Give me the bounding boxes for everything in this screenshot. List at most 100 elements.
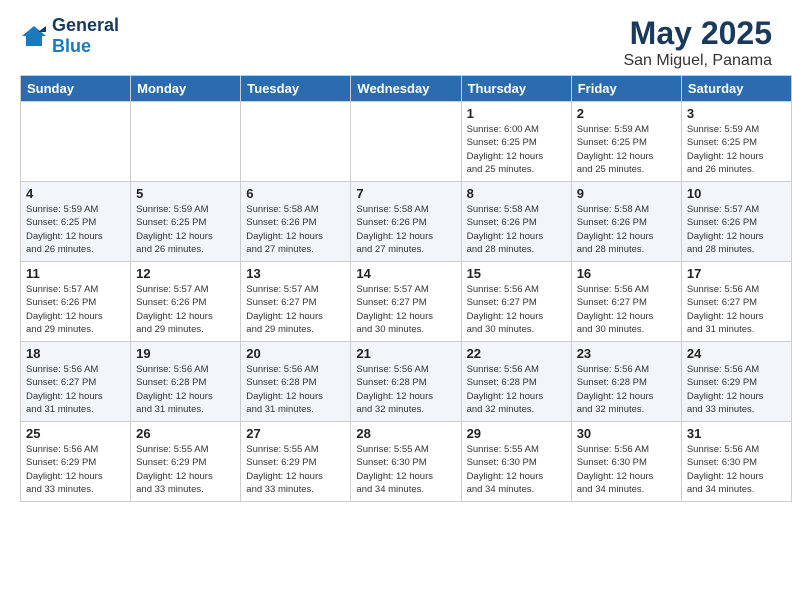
day-number: 28 xyxy=(356,426,455,441)
calendar-wrapper: Sunday Monday Tuesday Wednesday Thursday… xyxy=(0,75,792,507)
calendar-cell: 20 Sunrise: 5:56 AMSunset: 6:28 PMDayligh… xyxy=(241,342,351,422)
calendar-cell: 13 Sunrise: 5:57 AMSunset: 6:27 PMDayligh… xyxy=(241,262,351,342)
calendar-cell: 27Sunrise: 5:55 AMSunset: 6:29 PMDayligh… xyxy=(241,422,351,502)
day-number: 19 xyxy=(136,346,235,361)
day-number: 14 xyxy=(356,266,455,281)
calendar-cell: 7Sunrise: 5:58 AMSunset: 6:26 PMDaylight… xyxy=(351,182,461,262)
calendar-cell: 9Sunrise: 5:58 AMSunset: 6:26 PMDaylight… xyxy=(571,182,681,262)
day-info: Sunrise: 5:55 AMSunset: 6:30 PMDaylight:… xyxy=(467,443,566,496)
logo-general-text: General xyxy=(52,15,119,36)
calendar-cell: 18 Sunrise: 5:56 AMSunset: 6:27 PMDayligh… xyxy=(21,342,131,422)
day-number: 6 xyxy=(246,186,345,201)
day-number: 2 xyxy=(577,106,676,121)
day-info: Sunrise: 5:59 AMSunset: 6:25 PMDaylight:… xyxy=(26,203,125,256)
calendar-cell: 21 Sunrise: 5:56 AMSunset: 6:28 PMDayligh… xyxy=(351,342,461,422)
day-number: 29 xyxy=(467,426,566,441)
calendar-cell: 15 Sunrise: 5:56 AMSunset: 6:27 PMDayligh… xyxy=(461,262,571,342)
day-info: Sunrise: 5:58 AMSunset: 6:26 PMDaylight:… xyxy=(356,203,455,256)
calendar-table: Sunday Monday Tuesday Wednesday Thursday… xyxy=(20,75,792,502)
day-number: 31 xyxy=(687,426,786,441)
logo-blue-text: Blue xyxy=(52,36,119,57)
day-info: Sunrise: 5:57 AMSunset: 6:27 PMDaylight:… xyxy=(246,283,345,336)
day-info: Sunrise: 5:56 AMSunset: 6:30 PMDaylight:… xyxy=(577,443,676,496)
calendar-cell: 5 Sunrise: 5:59 AMSunset: 6:25 PMDaylight… xyxy=(131,182,241,262)
day-info: Sunrise: 5:55 AMSunset: 6:30 PMDaylight:… xyxy=(356,443,455,496)
calendar-cell xyxy=(131,102,241,182)
calendar-cell: 22 Sunrise: 5:56 AMSunset: 6:28 PMDayligh… xyxy=(461,342,571,422)
calendar-cell: 28 Sunrise: 5:55 AMSunset: 6:30 PMDayligh… xyxy=(351,422,461,502)
day-number: 4 xyxy=(26,186,125,201)
week-row-3: 11 Sunrise: 5:57 AMSunset: 6:26 PMDayligh… xyxy=(21,262,792,342)
day-info: Sunrise: 5:56 AMSunset: 6:27 PMDaylight:… xyxy=(687,283,786,336)
col-tuesday: Tuesday xyxy=(241,76,351,102)
day-number: 26 xyxy=(136,426,235,441)
calendar-cell xyxy=(351,102,461,182)
day-info: Sunrise: 5:56 AMSunset: 6:27 PMDaylight:… xyxy=(26,363,125,416)
day-number: 1 xyxy=(467,106,566,121)
calendar-cell: 17 Sunrise: 5:56 AMSunset: 6:27 PMDayligh… xyxy=(681,262,791,342)
day-number: 15 xyxy=(467,266,566,281)
day-info: Sunrise: 5:57 AMSunset: 6:26 PMDaylight:… xyxy=(136,283,235,336)
day-number: 27 xyxy=(246,426,345,441)
col-friday: Friday xyxy=(571,76,681,102)
day-number: 21 xyxy=(356,346,455,361)
calendar-cell: 11 Sunrise: 5:57 AMSunset: 6:26 PMDayligh… xyxy=(21,262,131,342)
calendar-cell: 30Sunrise: 5:56 AMSunset: 6:30 PMDayligh… xyxy=(571,422,681,502)
month-title: May 2025 xyxy=(623,15,772,52)
day-info: Sunrise: 5:55 AMSunset: 6:29 PMDaylight:… xyxy=(136,443,235,496)
location: San Miguel, Panama xyxy=(623,52,772,70)
calendar-cell xyxy=(241,102,351,182)
day-info: Sunrise: 5:59 AMSunset: 6:25 PMDaylight:… xyxy=(687,123,786,176)
day-number: 23 xyxy=(577,346,676,361)
day-number: 5 xyxy=(136,186,235,201)
day-number: 10 xyxy=(687,186,786,201)
calendar-cell: 4 Sunrise: 5:59 AMSunset: 6:25 PMDaylight… xyxy=(21,182,131,262)
day-number: 17 xyxy=(687,266,786,281)
col-saturday: Saturday xyxy=(681,76,791,102)
day-number: 18 xyxy=(26,346,125,361)
day-info: Sunrise: 5:56 AMSunset: 6:28 PMDaylight:… xyxy=(356,363,455,416)
day-number: 3 xyxy=(687,106,786,121)
day-info: Sunrise: 5:56 AMSunset: 6:28 PMDaylight:… xyxy=(467,363,566,416)
col-sunday: Sunday xyxy=(21,76,131,102)
week-row-1: 1 Sunrise: 6:00 AMSunset: 6:25 PMDaylight… xyxy=(21,102,792,182)
calendar-cell xyxy=(21,102,131,182)
day-number: 8 xyxy=(467,186,566,201)
week-row-4: 18 Sunrise: 5:56 AMSunset: 6:27 PMDayligh… xyxy=(21,342,792,422)
logo-icon xyxy=(20,22,48,50)
calendar-cell: 14 Sunrise: 5:57 AMSunset: 6:27 PMDayligh… xyxy=(351,262,461,342)
day-info: Sunrise: 5:56 AMSunset: 6:28 PMDaylight:… xyxy=(136,363,235,416)
day-info: Sunrise: 5:56 AMSunset: 6:29 PMDaylight:… xyxy=(687,363,786,416)
day-number: 24 xyxy=(687,346,786,361)
day-number: 22 xyxy=(467,346,566,361)
week-row-2: 4 Sunrise: 5:59 AMSunset: 6:25 PMDaylight… xyxy=(21,182,792,262)
day-info: Sunrise: 6:00 AMSunset: 6:25 PMDaylight:… xyxy=(467,123,566,176)
day-info: Sunrise: 5:57 AMSunset: 6:26 PMDaylight:… xyxy=(26,283,125,336)
calendar-cell: 2 Sunrise: 5:59 AMSunset: 6:25 PMDaylight… xyxy=(571,102,681,182)
day-info: Sunrise: 5:56 AMSunset: 6:27 PMDaylight:… xyxy=(577,283,676,336)
week-row-5: 25Sunrise: 5:56 AMSunset: 6:29 PMDayligh… xyxy=(21,422,792,502)
day-number: 16 xyxy=(577,266,676,281)
day-info: Sunrise: 5:57 AMSunset: 6:27 PMDaylight:… xyxy=(356,283,455,336)
calendar-cell: 6 Sunrise: 5:58 AMSunset: 6:26 PMDaylight… xyxy=(241,182,351,262)
day-info: Sunrise: 5:56 AMSunset: 6:27 PMDaylight:… xyxy=(467,283,566,336)
day-number: 11 xyxy=(26,266,125,281)
col-thursday: Thursday xyxy=(461,76,571,102)
day-number: 20 xyxy=(246,346,345,361)
calendar-cell: 23Sunrise: 5:56 AMSunset: 6:28 PMDayligh… xyxy=(571,342,681,422)
calendar-cell: 16 Sunrise: 5:56 AMSunset: 6:27 PMDayligh… xyxy=(571,262,681,342)
calendar-cell: 12 Sunrise: 5:57 AMSunset: 6:26 PMDayligh… xyxy=(131,262,241,342)
calendar-cell: 1 Sunrise: 6:00 AMSunset: 6:25 PMDaylight… xyxy=(461,102,571,182)
day-number: 9 xyxy=(577,186,676,201)
day-info: Sunrise: 5:59 AMSunset: 6:25 PMDaylight:… xyxy=(136,203,235,256)
calendar-cell: 10Sunrise: 5:57 AMSunset: 6:26 PMDayligh… xyxy=(681,182,791,262)
col-monday: Monday xyxy=(131,76,241,102)
day-number: 12 xyxy=(136,266,235,281)
calendar-cell: 25Sunrise: 5:56 AMSunset: 6:29 PMDayligh… xyxy=(21,422,131,502)
calendar-cell: 31Sunrise: 5:56 AMSunset: 6:30 PMDayligh… xyxy=(681,422,791,502)
day-info: Sunrise: 5:59 AMSunset: 6:25 PMDaylight:… xyxy=(577,123,676,176)
day-info: Sunrise: 5:58 AMSunset: 6:26 PMDaylight:… xyxy=(246,203,345,256)
day-info: Sunrise: 5:56 AMSunset: 6:28 PMDaylight:… xyxy=(246,363,345,416)
day-number: 13 xyxy=(246,266,345,281)
calendar-cell: 24 Sunrise: 5:56 AMSunset: 6:29 PMDayligh… xyxy=(681,342,791,422)
